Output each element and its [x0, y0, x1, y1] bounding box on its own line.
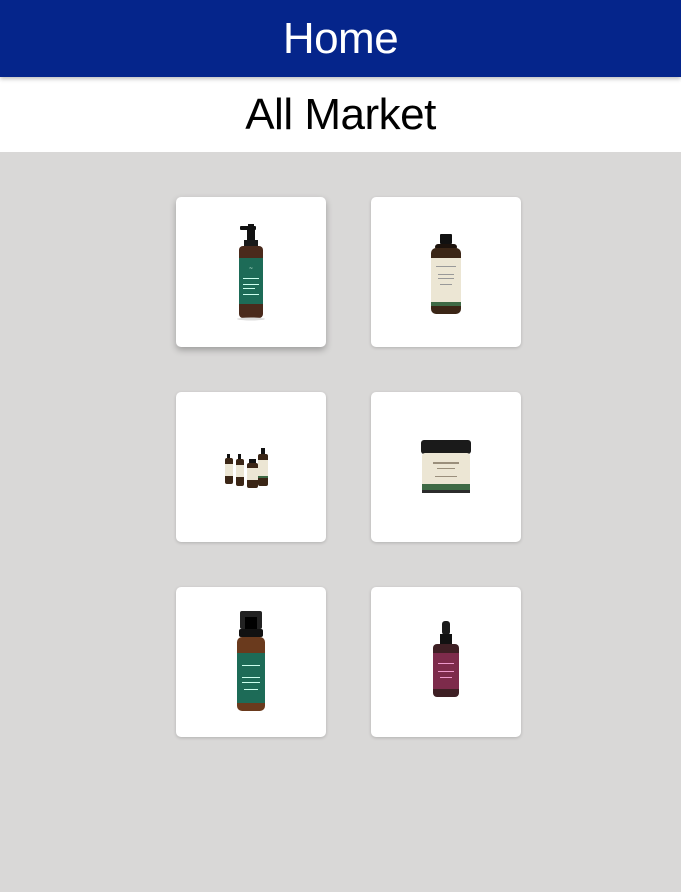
dropper-bottle-icon — [433, 621, 459, 697]
product-card[interactable] — [176, 587, 326, 737]
product-set-icon — [225, 448, 268, 488]
product-card[interactable]: ~ — [176, 197, 326, 347]
svg-text:~: ~ — [249, 266, 253, 272]
product-card[interactable] — [371, 587, 521, 737]
product-grid: ~ — [176, 197, 521, 737]
section-title: All Market — [245, 89, 436, 139]
pump-bottle-icon: ~ — [237, 224, 265, 321]
flip-cap-bottle-icon — [431, 234, 461, 314]
product-card[interactable] — [176, 392, 326, 542]
jar-icon — [421, 440, 471, 493]
product-card[interactable] — [371, 392, 521, 542]
spray-bottle-icon — [237, 611, 265, 711]
app-bar-title: Home — [282, 13, 399, 63]
product-card[interactable] — [371, 197, 521, 347]
section-header: All Market — [0, 77, 681, 152]
app-bar: Home — [0, 0, 681, 77]
